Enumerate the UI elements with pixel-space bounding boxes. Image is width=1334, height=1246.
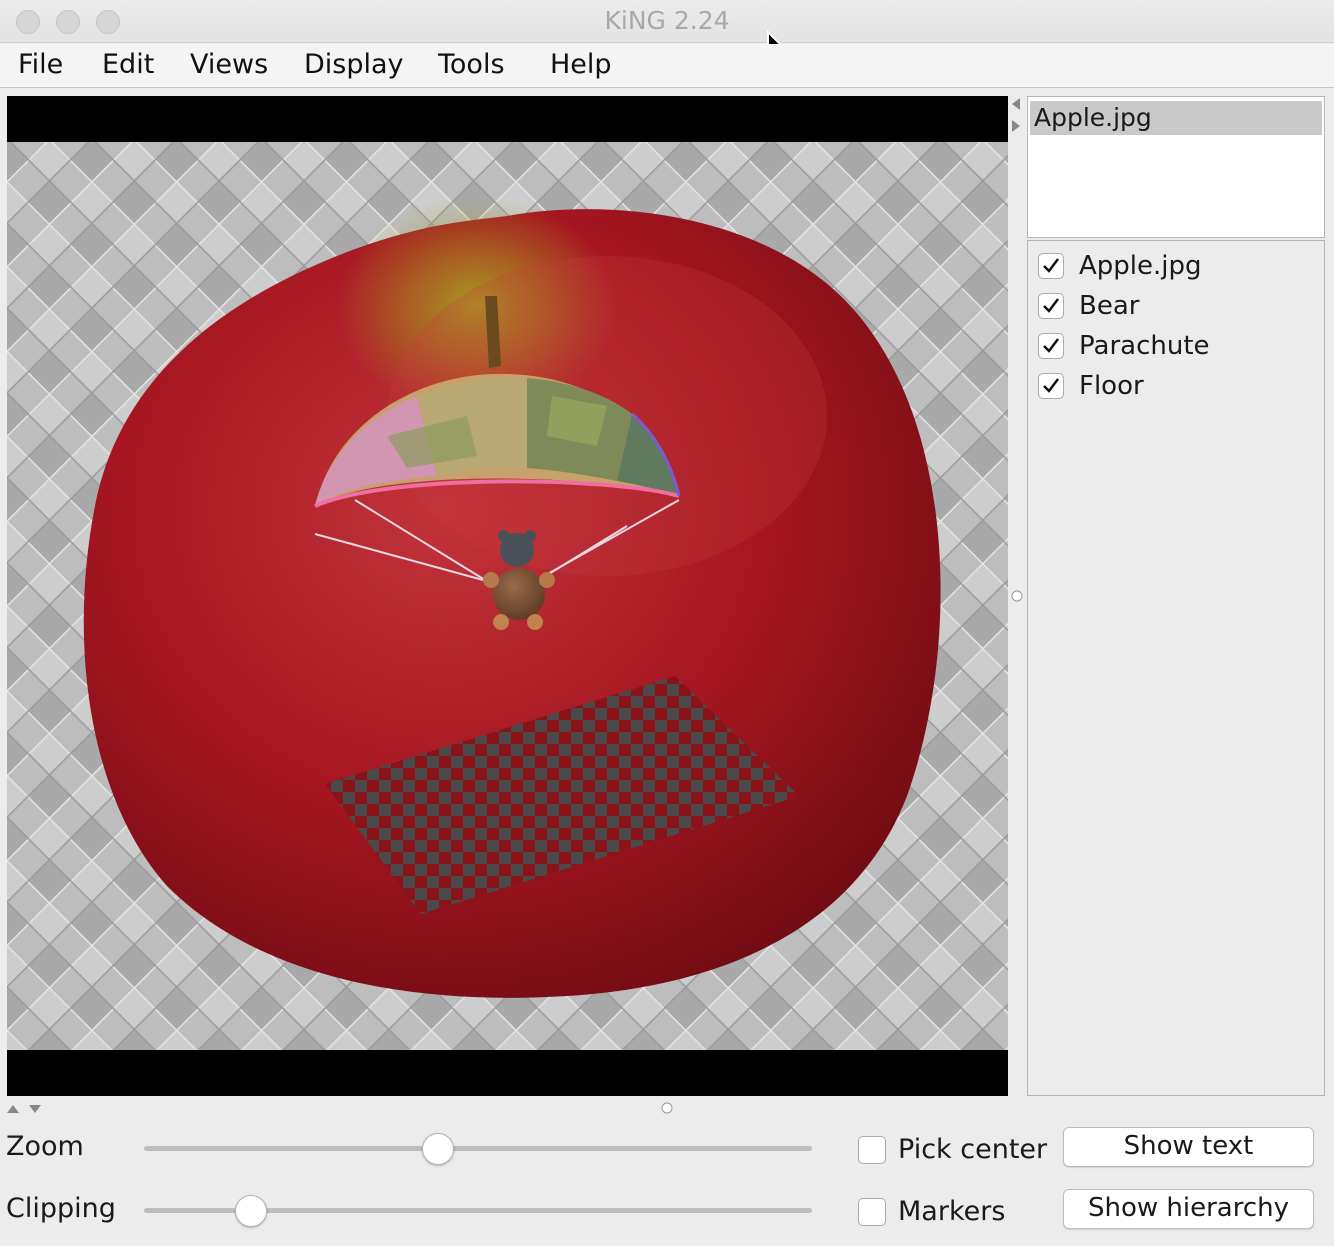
group-checklist-panel: Apple.jpg Bear Parachute Floor [1027, 240, 1325, 1096]
show-hierarchy-button[interactable]: Show hierarchy [1063, 1189, 1314, 1229]
zoom-label: Zoom [6, 1131, 84, 1162]
group-parachute-label: Parachute [1079, 331, 1210, 361]
zoom-slider-track[interactable] [144, 1146, 812, 1151]
show-text-button[interactable]: Show text [1063, 1127, 1314, 1167]
vertical-split-divider[interactable] [1008, 96, 1026, 1096]
group-bear-checkbox[interactable] [1038, 293, 1064, 319]
group-floor-checkbox[interactable] [1038, 373, 1064, 399]
checkmark-icon [1043, 378, 1059, 393]
split-arrows-icon [7, 1102, 673, 1114]
split-arrows-icon [1011, 98, 1023, 602]
clipping-label: Clipping [6, 1193, 116, 1224]
checkmark-icon [1043, 258, 1059, 273]
group-parachute-checkbox[interactable] [1038, 333, 1064, 359]
pick-center-checkbox[interactable] [858, 1136, 886, 1164]
menu-file[interactable]: File [18, 49, 63, 80]
kinemage-list-item[interactable]: Apple.jpg [1030, 101, 1322, 135]
menu-bar: File Edit Views Display Tools Help [0, 44, 1334, 88]
menu-views[interactable]: Views [190, 49, 268, 80]
group-floor-label: Floor [1079, 371, 1144, 401]
markers-label: Markers [898, 1196, 1006, 1227]
kinemage-list[interactable]: Apple.jpg [1027, 96, 1325, 238]
menu-tools[interactable]: Tools [438, 49, 505, 80]
markers-checkbox[interactable] [858, 1198, 886, 1226]
group-apple-label: Apple.jpg [1079, 251, 1202, 281]
menu-display[interactable]: Display [304, 49, 404, 80]
group-apple-checkbox[interactable] [1038, 253, 1064, 279]
clipping-slider-thumb[interactable] [234, 1195, 267, 1227]
group-bear-label: Bear [1079, 291, 1140, 321]
checkmark-icon [1043, 338, 1059, 353]
controls-panel: Zoom Clipping Pick center Markers Show t… [0, 1117, 1334, 1246]
horizontal-split-divider[interactable] [0, 1099, 1334, 1117]
kinemage-scene [7, 142, 1008, 1050]
checkmark-icon [1043, 298, 1059, 313]
graphics-canvas[interactable] [7, 96, 1008, 1096]
menu-help[interactable]: Help [550, 49, 612, 80]
pick-center-label: Pick center [898, 1134, 1048, 1165]
menu-edit[interactable]: Edit [102, 49, 154, 80]
window-titlebar: KiNG 2.24 [0, 0, 1334, 43]
zoom-slider-thumb[interactable] [421, 1133, 454, 1165]
window-title: KiNG 2.24 [604, 6, 730, 35]
